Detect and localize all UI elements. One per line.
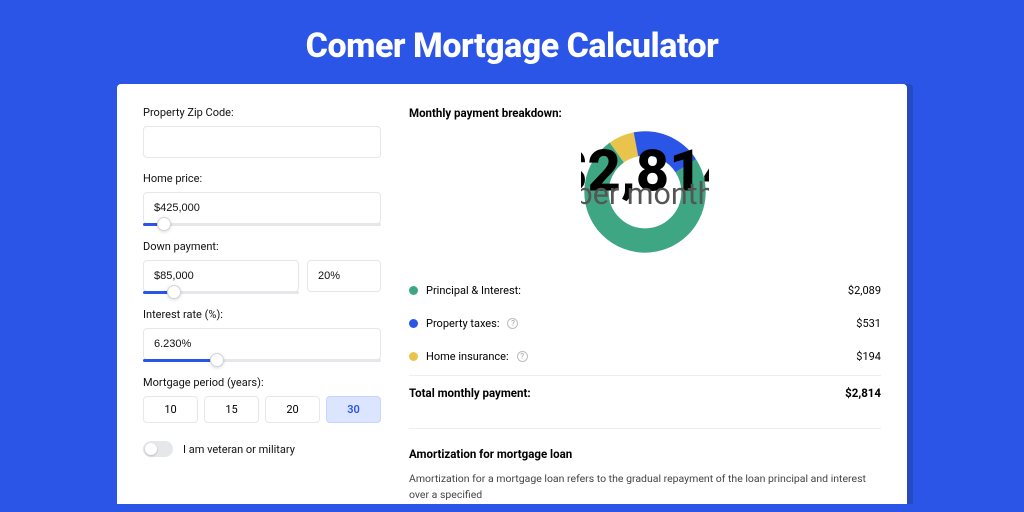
page-title: Comer Mortgage Calculator xyxy=(0,0,1024,84)
period-label: Mortgage period (years): xyxy=(143,376,381,389)
legend-dot xyxy=(409,319,418,328)
amortization-text: Amortization for a mortgage loan refers … xyxy=(409,471,881,503)
down-payment-input[interactable] xyxy=(143,260,299,292)
period-option-20[interactable]: 20 xyxy=(265,396,320,423)
breakdown-panel: Monthly payment breakdown: $2,814 per mo… xyxy=(409,106,881,504)
total-value: $2,814 xyxy=(845,386,881,400)
amortization-title: Amortization for mortgage loan xyxy=(409,428,881,461)
interest-field: Interest rate (%): xyxy=(143,308,381,362)
legend-value: $531 xyxy=(856,317,881,330)
home-price-label: Home price: xyxy=(143,172,381,185)
legend-row: Property taxes:? $531 xyxy=(409,307,881,340)
legend-label: Property taxes: xyxy=(426,317,499,330)
veteran-label: I am veteran or military xyxy=(183,443,295,456)
zip-label: Property Zip Code: xyxy=(143,106,381,119)
form-panel: Property Zip Code: Home price: Down paym… xyxy=(143,106,381,504)
period-field: Mortgage period (years): 10152030 xyxy=(143,376,381,423)
zip-input[interactable] xyxy=(143,126,381,158)
legend-label: Home insurance: xyxy=(426,350,509,363)
slider-thumb[interactable] xyxy=(210,353,224,367)
slider-thumb[interactable] xyxy=(167,285,181,299)
down-payment-label: Down payment: xyxy=(143,240,381,253)
help-icon[interactable]: ? xyxy=(517,351,528,362)
home-price-field: Home price: xyxy=(143,172,381,226)
down-payment-field: Down payment: xyxy=(143,240,381,294)
period-option-30[interactable]: 30 xyxy=(326,396,381,423)
interest-label: Interest rate (%): xyxy=(143,308,381,321)
veteran-row: I am veteran or military xyxy=(143,441,381,457)
down-payment-pct-input[interactable] xyxy=(307,260,381,292)
donut-center-sub: per month xyxy=(581,177,709,212)
legend-label: Principal & Interest: xyxy=(426,284,521,297)
legend-dot xyxy=(409,286,418,295)
legend-row: Home insurance:? $194 xyxy=(409,340,881,373)
home-price-slider[interactable] xyxy=(143,223,381,226)
legend-value: $2,089 xyxy=(848,284,881,297)
total-label: Total monthly payment: xyxy=(409,386,531,400)
legend-dot xyxy=(409,352,418,361)
total-row: Total monthly payment: $2,814 xyxy=(409,375,881,414)
period-option-10[interactable]: 10 xyxy=(143,396,198,423)
interest-slider[interactable] xyxy=(143,359,381,362)
calculator-card: Property Zip Code: Home price: Down paym… xyxy=(117,84,907,504)
zip-field: Property Zip Code: xyxy=(143,106,381,158)
legend-value: $194 xyxy=(856,350,881,363)
interest-input[interactable] xyxy=(143,328,381,360)
donut-chart: $2,814 per month xyxy=(409,128,881,260)
home-price-input[interactable] xyxy=(143,192,381,224)
veteran-toggle[interactable] xyxy=(143,441,173,457)
legend-row: Principal & Interest: $2,089 xyxy=(409,274,881,307)
period-option-15[interactable]: 15 xyxy=(204,396,259,423)
down-payment-slider[interactable] xyxy=(143,291,299,294)
breakdown-title: Monthly payment breakdown: xyxy=(409,106,881,120)
slider-thumb[interactable] xyxy=(157,217,171,231)
help-icon[interactable]: ? xyxy=(507,318,518,329)
